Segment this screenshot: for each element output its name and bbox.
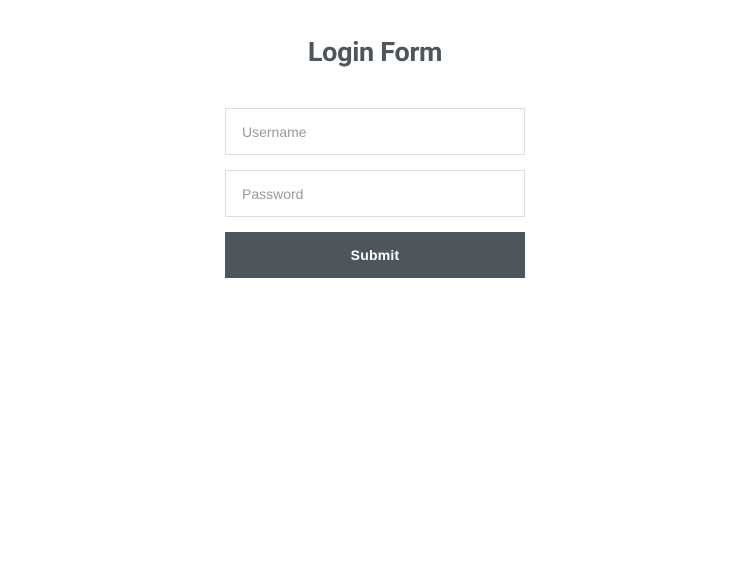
username-field[interactable] [225, 108, 525, 155]
submit-button[interactable]: Submit [225, 232, 525, 278]
login-container: Login Form Submit [0, 0, 750, 278]
password-field[interactable] [225, 170, 525, 217]
login-form: Submit [225, 108, 525, 278]
page-title: Login Form [308, 36, 442, 68]
